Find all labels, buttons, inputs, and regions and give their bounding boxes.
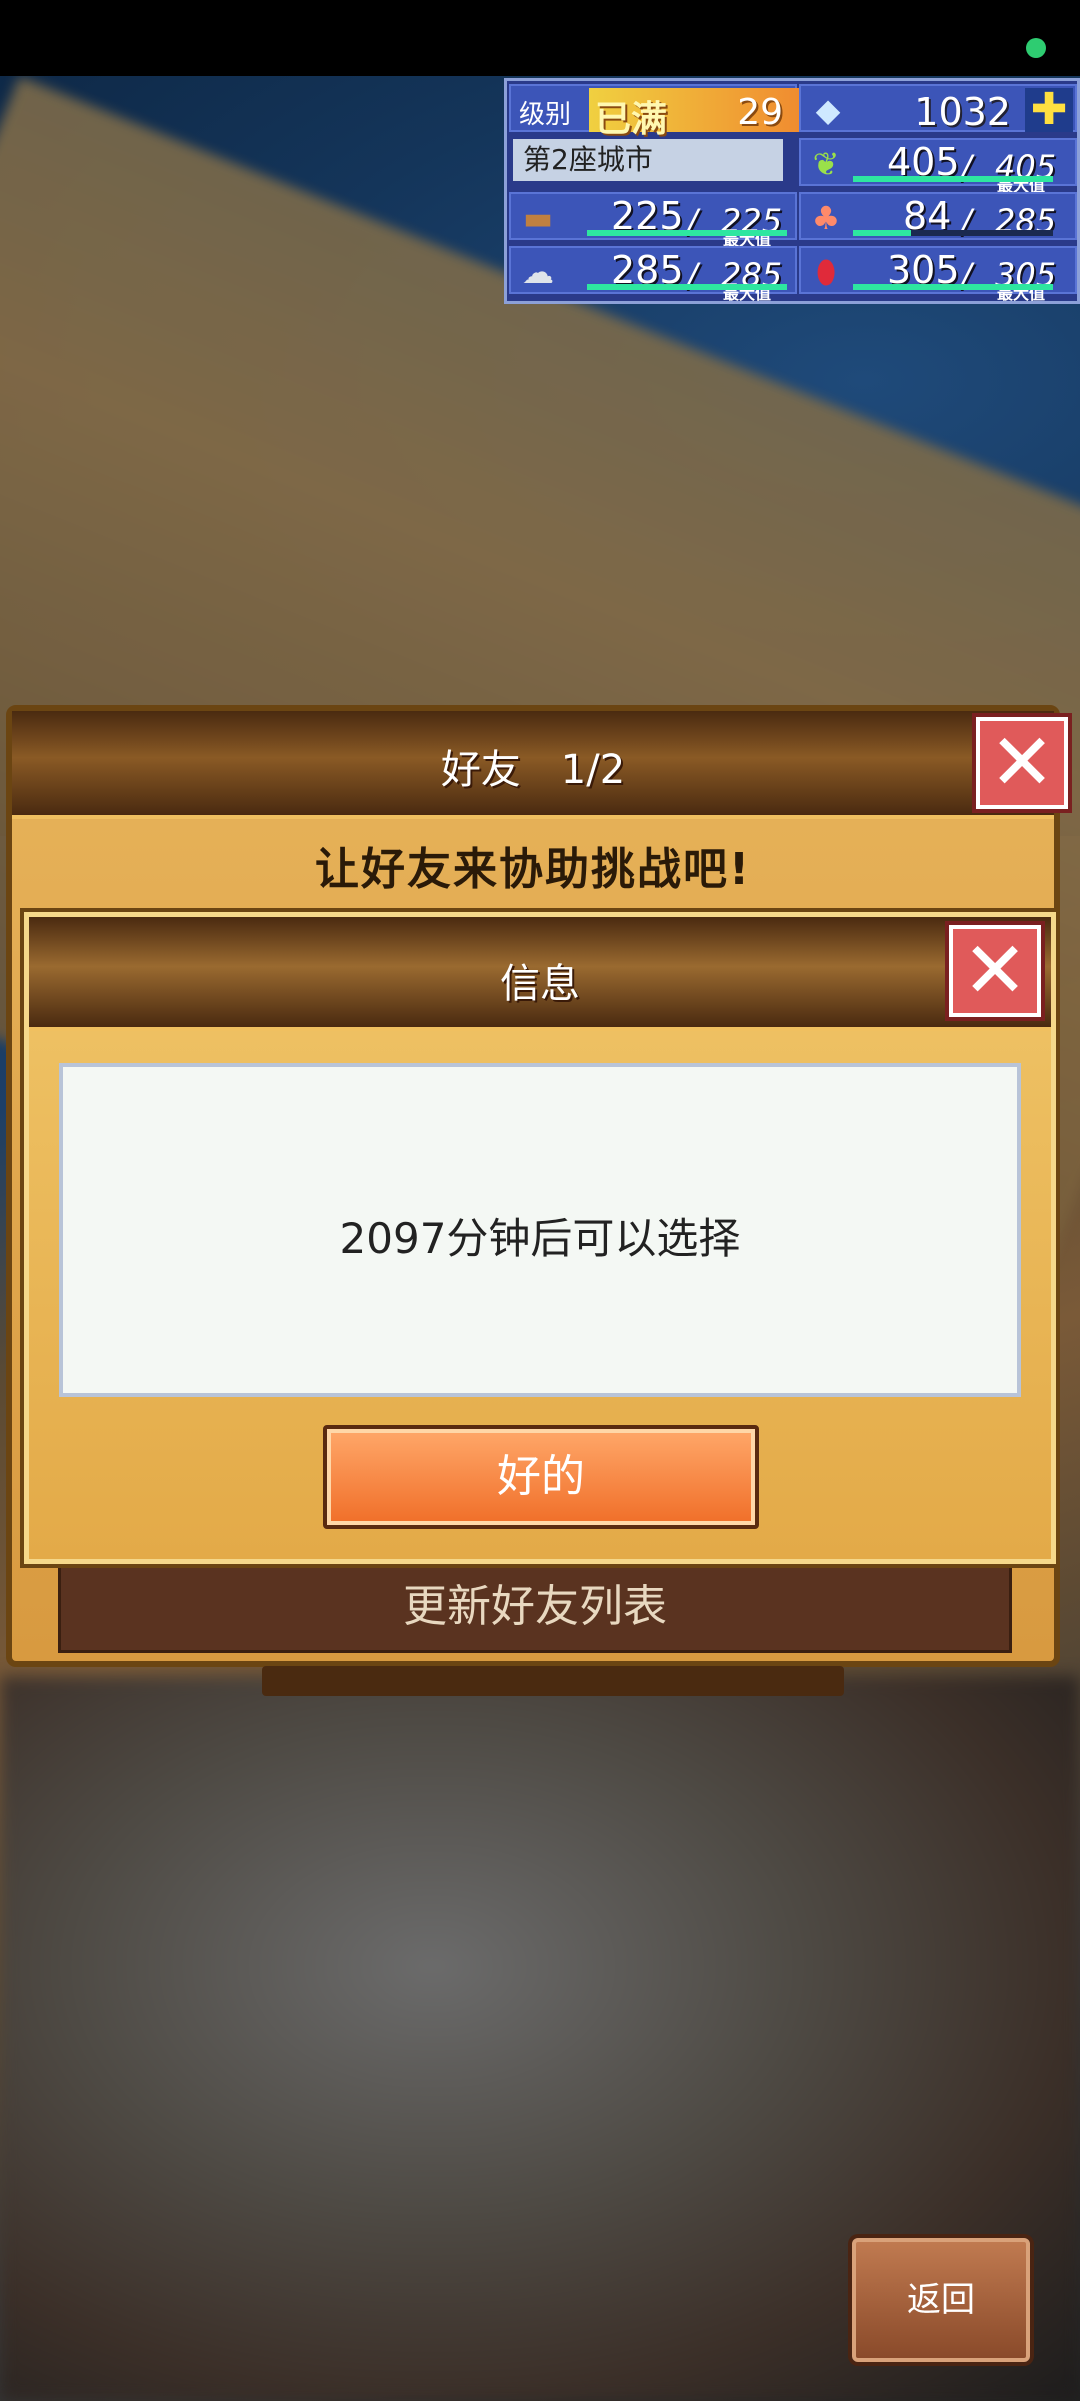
stone-icon: ☁ bbox=[522, 253, 554, 291]
ruby-icon: ⬮ bbox=[815, 253, 837, 291]
info-title: 信息 bbox=[500, 961, 580, 1007]
back-button[interactable]: 返回 bbox=[852, 2238, 1030, 2362]
friends-subtitle: 让好友来协助挑战吧! bbox=[314, 844, 752, 895]
level-label: 级别 bbox=[519, 100, 572, 130]
food-bar bbox=[853, 230, 911, 236]
friends-title: 好友 1/2 bbox=[440, 747, 626, 793]
resource-food: ♣ 84 / 285 bbox=[799, 192, 1077, 240]
wood-bar bbox=[587, 230, 787, 236]
resource-hud: 级别 已满 29 ◆ 1032 ✚ 第2座城市 ❦ 405 / 405 最大值 … bbox=[504, 78, 1080, 304]
info-close-button[interactable]: ✕ bbox=[949, 925, 1041, 1017]
add-gems-button[interactable]: ✚ bbox=[1025, 88, 1073, 132]
gem-count: 1032 bbox=[914, 90, 1011, 134]
wood-icon: ▬ bbox=[522, 199, 554, 237]
friends-panel-footer bbox=[262, 1666, 844, 1696]
diamond-icon: ◆ bbox=[815, 91, 841, 129]
ruby-bar bbox=[853, 284, 1053, 290]
friends-close-button[interactable]: ✕ bbox=[976, 717, 1068, 809]
info-message: 2097分钟后可以选择 bbox=[339, 1214, 741, 1263]
info-message-box: 2097分钟后可以选择 bbox=[59, 1063, 1021, 1397]
friends-header: 好友 1/2 bbox=[12, 711, 1054, 819]
resource-crop: ❦ 405 / 405 最大值 bbox=[799, 138, 1077, 195]
refresh-friends-button[interactable]: 更新好友列表 bbox=[58, 1561, 1012, 1653]
info-dialog: 信息 ✕ 2097分钟后可以选择 好的 bbox=[24, 912, 1056, 1564]
ok-button[interactable]: 好的 bbox=[323, 1425, 759, 1529]
resource-wood: ▬ 225 / 225 最大值 bbox=[509, 192, 797, 249]
status-indicator-icon bbox=[1026, 38, 1046, 58]
city-name: 第2座城市 bbox=[513, 139, 783, 181]
food-icon: ♣ bbox=[811, 199, 841, 237]
gem-cell: ◆ 1032 ✚ bbox=[799, 84, 1077, 134]
level-value: 29 bbox=[737, 92, 783, 133]
status-bar bbox=[0, 0, 1080, 76]
resource-ruby: ⬮ 305 / 305 最大值 bbox=[799, 246, 1077, 303]
level-max-bar: 已满 29 bbox=[589, 88, 799, 140]
crop-icon: ❦ bbox=[812, 145, 840, 183]
level-cell: 级别 已满 29 bbox=[509, 84, 799, 140]
stone-bar bbox=[587, 284, 787, 290]
crop-bar bbox=[853, 176, 1053, 182]
resource-stone: ☁ 285 / 285 最大值 bbox=[509, 246, 797, 303]
info-header: 信息 bbox=[29, 917, 1051, 1031]
